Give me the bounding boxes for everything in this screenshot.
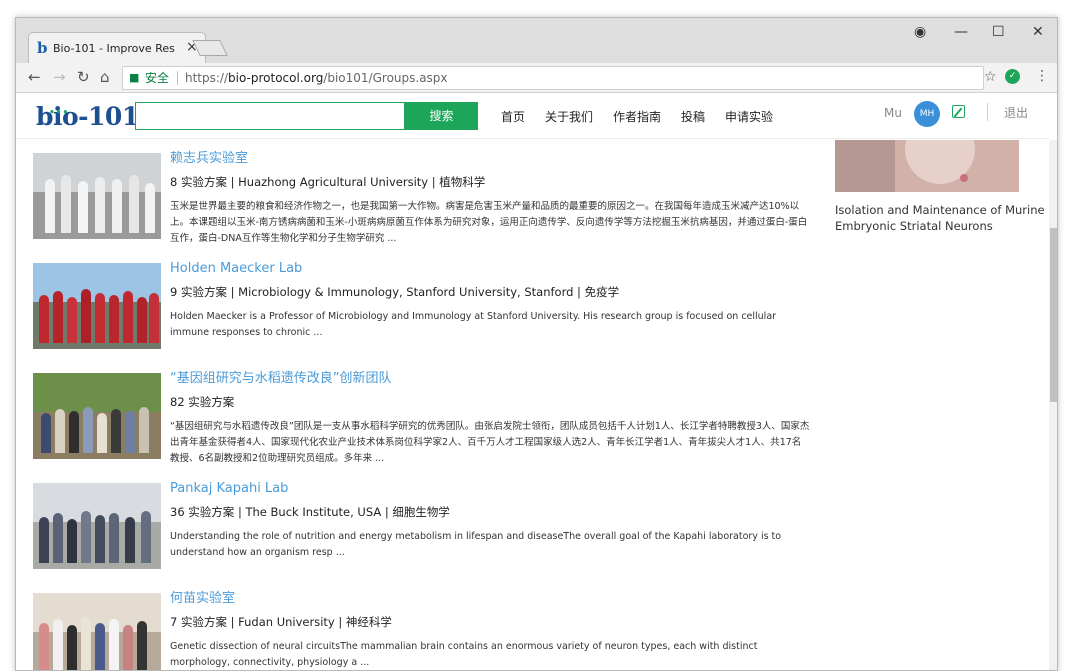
search-input[interactable]	[135, 102, 405, 130]
url-path: /bio101/Groups.aspx	[323, 71, 448, 85]
lab-meta: 8 实验方案 | Huazhong Agricultural Universit…	[170, 175, 486, 189]
divider	[987, 103, 988, 121]
favicon: b	[37, 39, 48, 57]
lab-photo[interactable]	[33, 483, 161, 569]
lab-photo[interactable]	[33, 153, 161, 239]
browser-window: b Bio-101 - Improve Res × ◉ — ☐ ✕ ← → ↻ …	[15, 17, 1058, 671]
lab-meta: 82 实验方案	[170, 395, 235, 409]
lab-list-content: 赖志兵实验室 8 实验方案 | Huazhong Agricultural Un…	[16, 140, 1049, 670]
scrollbar-thumb[interactable]	[1050, 228, 1057, 402]
edit-icon[interactable]	[952, 105, 965, 118]
divider	[177, 71, 178, 85]
star-icon[interactable]: ☆	[984, 69, 997, 85]
lab-name-link[interactable]: 赖志兵实验室	[170, 151, 248, 167]
lab-description: Genetic dissection of neural circuitsThe…	[170, 641, 758, 668]
nav-about[interactable]: 关于我们	[545, 110, 593, 124]
lab-photo[interactable]	[33, 593, 161, 670]
lab-meta: 9 实验方案 | Microbiology & Immunology, Stan…	[170, 285, 620, 299]
user-name[interactable]: Mu	[884, 106, 902, 120]
lab-name-link[interactable]: 何苗实验室	[170, 591, 235, 607]
address-bar[interactable]: ■ 安全 https://bio-protocol.org/bio101/Gro…	[122, 66, 984, 90]
back-icon[interactable]: ←	[28, 68, 41, 86]
minimize-icon[interactable]: —	[954, 24, 968, 40]
nav-submit[interactable]: 投稿	[681, 110, 705, 124]
address-toolbar: ← → ↻ ⌂ ■ 安全 https://bio-protocol.org/bi…	[16, 63, 1057, 93]
lab-name-link[interactable]: Pankaj Kapahi Lab	[170, 481, 288, 497]
lock-icon: ■	[129, 71, 140, 84]
protocol-image[interactable]	[835, 140, 1019, 192]
logo-dots-icon: •••	[49, 108, 70, 118]
lab-name-link[interactable]: Holden Maecker Lab	[170, 261, 302, 277]
site-logo[interactable]: ••• bio-101	[36, 102, 139, 132]
lab-meta: 36 实验方案 | The Buck Institute, USA | 细胞生物…	[170, 505, 450, 519]
lab-description: 玉米是世界最主要的粮食和经济作物之一，也是我国第一大作物。病害是危害玉米产量和品…	[170, 201, 808, 244]
lab-name-link[interactable]: “基因组研究与水稻遗传改良”创新团队	[170, 371, 391, 387]
extension-icon[interactable]: ✓	[1005, 69, 1020, 84]
forward-icon[interactable]: →	[53, 68, 66, 86]
site-header: ••• bio-101 搜索 首页 关于我们 作者指南 投稿 申请实验 Mu M…	[16, 94, 1049, 139]
lab-description: Understanding the role of nutrition and …	[170, 531, 782, 558]
lab-photo[interactable]	[33, 263, 161, 349]
account-icon[interactable]: ◉	[914, 24, 926, 40]
logout-link[interactable]: 退出	[1004, 106, 1028, 120]
home-icon[interactable]: ⌂	[100, 68, 110, 86]
lab-description: “基因组研究与水稻遗传改良”团队是一支从事水稻科学研究的优秀团队。由张启发院士领…	[170, 421, 810, 464]
nav-home[interactable]: 首页	[501, 110, 525, 124]
avatar[interactable]: MH	[914, 101, 940, 127]
reload-icon[interactable]: ↻	[77, 68, 90, 86]
vertical-scrollbar[interactable]	[1049, 140, 1057, 670]
browser-tab[interactable]: b Bio-101 - Improve Res ×	[28, 32, 206, 64]
close-icon[interactable]: ✕	[1032, 24, 1044, 40]
protocol-title-link[interactable]: Isolation and Maintenance of Murine Embr…	[835, 202, 1045, 234]
lab-photo[interactable]	[33, 373, 161, 459]
search-button[interactable]: 搜索	[405, 102, 478, 130]
url-scheme: https://	[185, 71, 229, 85]
url-host: bio-protocol.org	[228, 71, 324, 85]
lab-meta: 7 实验方案 | Fudan University | 神经科学	[170, 615, 392, 629]
nav-apply-experiment[interactable]: 申请实验	[725, 110, 773, 124]
menu-icon[interactable]: ⋮	[1035, 68, 1049, 84]
url-text[interactable]: https://bio-protocol.org/bio101/Groups.a…	[185, 71, 448, 85]
title-bar: b Bio-101 - Improve Res × ◉ — ☐ ✕	[16, 18, 1057, 64]
secure-label: 安全	[145, 71, 170, 85]
maximize-icon[interactable]: ☐	[992, 24, 1005, 40]
nav-author-guide[interactable]: 作者指南	[613, 110, 661, 124]
lab-description: Holden Maecker is a Professor of Microbi…	[170, 311, 777, 338]
tab-title: Bio-101 - Improve Res	[53, 42, 175, 55]
